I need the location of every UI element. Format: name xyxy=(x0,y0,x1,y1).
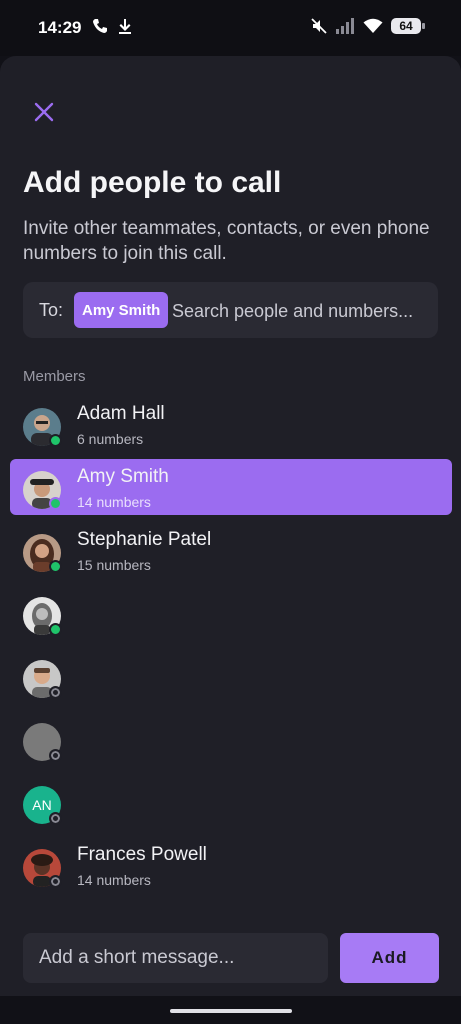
member-row[interactable] xyxy=(0,583,461,646)
member-row[interactable]: Adam Hall 6 numbers xyxy=(0,394,461,457)
home-indicator[interactable] xyxy=(170,1009,292,1013)
member-name: Stephanie Patel xyxy=(77,529,212,550)
offline-status-icon xyxy=(49,686,62,699)
online-status-icon xyxy=(49,560,62,573)
member-number-count: 15 numbers xyxy=(77,557,151,573)
status-right-icons: 64 xyxy=(311,18,425,34)
offline-status-icon xyxy=(49,875,62,888)
phone-icon xyxy=(93,19,107,33)
page-subtitle: Invite other teammates, contacts, or eve… xyxy=(23,218,430,264)
member-number-count: 6 numbers xyxy=(77,431,144,447)
avatar xyxy=(23,471,62,510)
online-status-icon xyxy=(49,623,62,636)
recipient-chip[interactable]: Amy Smith xyxy=(74,292,169,328)
add-button[interactable]: Add xyxy=(340,933,439,983)
avatar xyxy=(23,660,62,699)
add-people-sheet: Add people to call Invite other teammate… xyxy=(0,56,461,996)
member-row[interactable] xyxy=(0,646,461,709)
search-input[interactable] xyxy=(170,292,436,330)
members-section-label: Members xyxy=(23,368,86,385)
recipients-field[interactable]: To: Amy Smith xyxy=(23,282,438,338)
member-number-count: 14 numbers xyxy=(77,872,151,888)
avatar: AN xyxy=(23,786,62,825)
member-list: Adam Hall 6 numbers Amy Smith 14 numbers xyxy=(0,394,461,898)
offline-status-icon xyxy=(49,749,62,762)
message-input[interactable] xyxy=(23,933,328,983)
member-row[interactable]: Stephanie Patel 15 numbers xyxy=(0,520,461,583)
battery-icon: 64 xyxy=(391,18,425,34)
online-status-icon xyxy=(49,434,62,447)
battery-level: 64 xyxy=(399,19,413,33)
member-name: Frances Powell xyxy=(77,844,207,865)
avatar xyxy=(23,408,62,447)
signal-icon xyxy=(336,18,354,34)
avatar xyxy=(23,849,62,888)
member-row[interactable]: Frances Powell 14 numbers xyxy=(0,835,461,898)
member-row[interactable] xyxy=(0,709,461,772)
page-title: Add people to call xyxy=(23,166,282,199)
member-name: Amy Smith xyxy=(77,466,169,487)
download-icon xyxy=(119,19,131,34)
offline-status-icon xyxy=(49,812,62,825)
avatar xyxy=(23,534,62,573)
member-number-count: 14 numbers xyxy=(77,494,151,510)
close-icon[interactable] xyxy=(30,98,58,126)
member-row-selected[interactable]: Amy Smith 14 numbers xyxy=(0,457,461,520)
member-name: Adam Hall xyxy=(77,403,165,424)
member-row[interactable]: AN xyxy=(0,772,461,835)
mute-icon xyxy=(311,18,327,34)
to-label: To: xyxy=(39,300,64,320)
status-time: 14:29 xyxy=(38,18,82,37)
online-status-icon xyxy=(49,497,62,510)
avatar xyxy=(23,723,62,762)
wifi-icon xyxy=(363,18,383,33)
status-bar: 14:29 64 xyxy=(0,0,461,56)
status-left-icons xyxy=(92,18,132,34)
avatar xyxy=(23,597,62,636)
